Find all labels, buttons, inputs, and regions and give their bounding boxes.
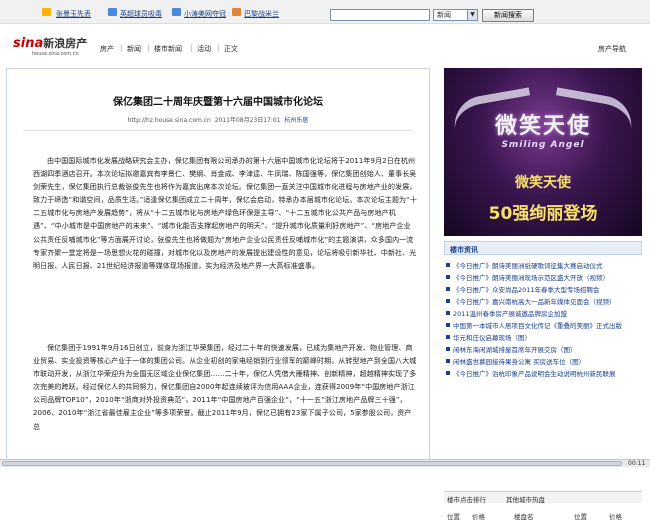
article-paragraph: 由中国国际城市化发展战略研究会主办，保亿集团有限公司承办的第十六届中国城市化论坛… <box>33 157 417 270</box>
video-icon <box>172 8 181 16</box>
logo-text: sina <box>13 36 44 51</box>
breadcrumb-2[interactable]: 新闻 <box>127 44 141 54</box>
sport-icon <box>232 8 241 16</box>
title-divider <box>23 130 413 131</box>
breadcrumb-1[interactable]: 房产 <box>100 44 114 54</box>
top-link-3[interactable]: 小涛美网夺冠 <box>184 9 226 19</box>
article-panel: 保亿集团二十周年庆暨第十六届中国城市化论坛 http://hz.house.si… <box>6 68 430 467</box>
bullet-icon <box>446 275 450 279</box>
rank-header: 楼市点击排行 其他城市热盘 <box>444 491 642 504</box>
video-icon <box>108 8 117 16</box>
tab-hot-clicks[interactable]: 楼市点击排行 <box>447 494 486 504</box>
meta-url[interactable]: http://hz.house.sina.com.cn <box>128 117 211 124</box>
meta-date: 2011年08月23日17:01 <box>214 117 281 124</box>
ad-subtitle: Smiling Angel <box>501 140 585 150</box>
ad-line-1: 微笑天使 <box>515 175 571 191</box>
status-time: 00:11 <box>628 460 646 467</box>
bullet-icon <box>446 371 450 375</box>
top-bar: 张曼玉先丢 英超球员吸毒 小涛美网夺冠 巴黎战米兰 新闻 ▼ 新闻搜索 <box>0 0 650 24</box>
horizontal-scrollbar[interactable]: 00:11 <box>0 459 650 467</box>
news-item[interactable]: 《今日推广》泊杭印象产品说明会生动说明杭州新民联展 <box>446 370 650 378</box>
search-category-select[interactable]: 新闻 ▼ <box>433 9 478 21</box>
col-name: 楼盘名 <box>514 513 534 521</box>
news-header-label: 楼市资讯 <box>450 246 478 254</box>
search-input[interactable] <box>330 9 430 21</box>
news-item[interactable]: 闲林东海闲湖城排屋首席年开展交房（图） <box>446 346 650 354</box>
search-select-value: 新闻 <box>437 11 451 19</box>
news-item[interactable]: 华元和庄仪启幕现场（图） <box>446 334 650 342</box>
breadcrumb-4[interactable]: 活动 <box>197 44 211 54</box>
article-meta: http://hz.house.sina.com.cn 2011年08月23日1… <box>7 115 429 124</box>
hot-icon <box>42 8 51 16</box>
house-nav-link[interactable]: 房产导航 <box>598 44 626 54</box>
top-link-1[interactable]: 张曼玉先丢 <box>56 9 91 19</box>
chevron-down-icon: ▼ <box>467 10 477 20</box>
article-title: 保亿集团二十周年庆暨第十六届中国城市化论坛 <box>113 97 323 108</box>
scrollbar-thumb[interactable] <box>2 461 622 466</box>
logo-sub: 新浪房产 <box>43 37 88 50</box>
col-location: 位置 <box>574 513 587 521</box>
bullet-icon <box>446 359 450 363</box>
news-item-text: 中国第一本城市人居项目文化传记《重叠的美丽》正式出版 <box>453 322 622 330</box>
meta-source[interactable]: 杭州乐居 <box>284 117 308 124</box>
right-sidebar: 微笑天使 Smiling Angel 微笑天使 50强绚丽登场 楼市资讯 《今日… <box>444 68 650 521</box>
sina-logo[interactable]: sina新浪房产 <box>13 35 87 51</box>
ad-line-2: 50强绚丽登场 <box>488 204 598 224</box>
news-item[interactable]: 2011温州春季房产展诚邀品牌房企加盟 <box>446 310 650 318</box>
breadcrumb-sep: | <box>147 44 150 52</box>
bullet-icon <box>446 335 450 339</box>
news-item-text: 《今日推广》朗诗美丽洲纸硬歌词征集大赛启动仪式 <box>453 262 603 270</box>
news-item[interactable]: 《今日推广》众安尚品2011年春季大型专场招聘会 <box>446 286 650 294</box>
top-link-4[interactable]: 巴黎战米兰 <box>244 9 279 19</box>
news-item-text: 《今日推广》众安尚品2011年春季大型专场招聘会 <box>453 286 600 294</box>
breadcrumb-3[interactable]: 楼市新闻 <box>154 44 182 54</box>
bullet-icon <box>446 263 450 267</box>
search-button[interactable]: 新闻搜索 <box>482 9 534 22</box>
news-item-text: 《今日推广》嘉兴南杭高大一品新年媒体见面会（视频） <box>453 298 616 306</box>
news-item-text: 华元和庄仪启幕现场（图） <box>453 334 531 342</box>
news-item-text: 2011温州春季房产展诚邀品牌房企加盟 <box>453 310 568 318</box>
bullet-icon <box>446 299 450 303</box>
col-price: 价格 <box>472 513 485 521</box>
breadcrumb-sep: | <box>217 44 220 52</box>
news-item[interactable]: 《今日推广》朗诗美丽洲纸硬歌词征集大赛启动仪式 <box>446 262 650 270</box>
col-location: 位置 <box>447 513 460 521</box>
news-item[interactable]: 闲林盛世慕园接待果身公寓 买房送车位（图） <box>446 358 650 366</box>
breadcrumb-sep: | <box>120 44 123 52</box>
news-item-text: 《今日推广》朗诗美丽洲现场示范区盛大开放（视频） <box>453 274 609 282</box>
bullet-icon <box>446 311 450 315</box>
bullet-icon <box>446 347 450 351</box>
smiling-angel-ad-banner[interactable]: 微笑天使 Smiling Angel 微笑天使 50强绚丽登场 <box>444 68 642 236</box>
logo-url: house.sina.com.cn <box>32 51 79 57</box>
ad-title: 微笑天使 <box>494 114 591 139</box>
news-section-header: 楼市资讯 <box>444 241 642 255</box>
breadcrumb-5: 正文 <box>224 45 238 53</box>
news-item[interactable]: 《今日推广》嘉兴南杭高大一品新年媒体见面会（视频） <box>446 298 650 306</box>
rank-columns: 位置 价格 楼盘名 位置 价格 <box>444 511 642 521</box>
breadcrumb-sep: | <box>190 44 193 52</box>
news-item-text: 《今日推广》泊杭印象产品说明会生动说明杭州新民联展 <box>453 370 616 378</box>
news-item-text: 闲林东海闲湖城排屋首席年开展交房（图） <box>453 346 577 354</box>
bullet-icon <box>446 323 450 327</box>
news-item[interactable]: 《今日推广》朗诗美丽洲现场示范区盛大开放（视频） <box>446 274 650 282</box>
tab-other-cities[interactable]: 其他城市热盘 <box>506 494 545 504</box>
article-paragraph: 保亿集团于1991年9月16日创立，前身为浙江华荣集团，经过二十年的快速发展，已… <box>33 344 417 431</box>
col-price: 价格 <box>609 513 622 521</box>
bullet-icon <box>446 287 450 291</box>
top-link-2[interactable]: 英超球员吸毒 <box>120 9 162 19</box>
news-item[interactable]: 中国第一本城市人居项目文化传记《重叠的美丽》正式出版 <box>446 322 650 330</box>
nav-bar: sina新浪房产 house.sina.com.cn 房产 | 新闻 | 楼市新… <box>0 29 650 63</box>
news-item-text: 闲林盛世慕园接待果身公寓 买房送车位（图） <box>453 358 586 366</box>
